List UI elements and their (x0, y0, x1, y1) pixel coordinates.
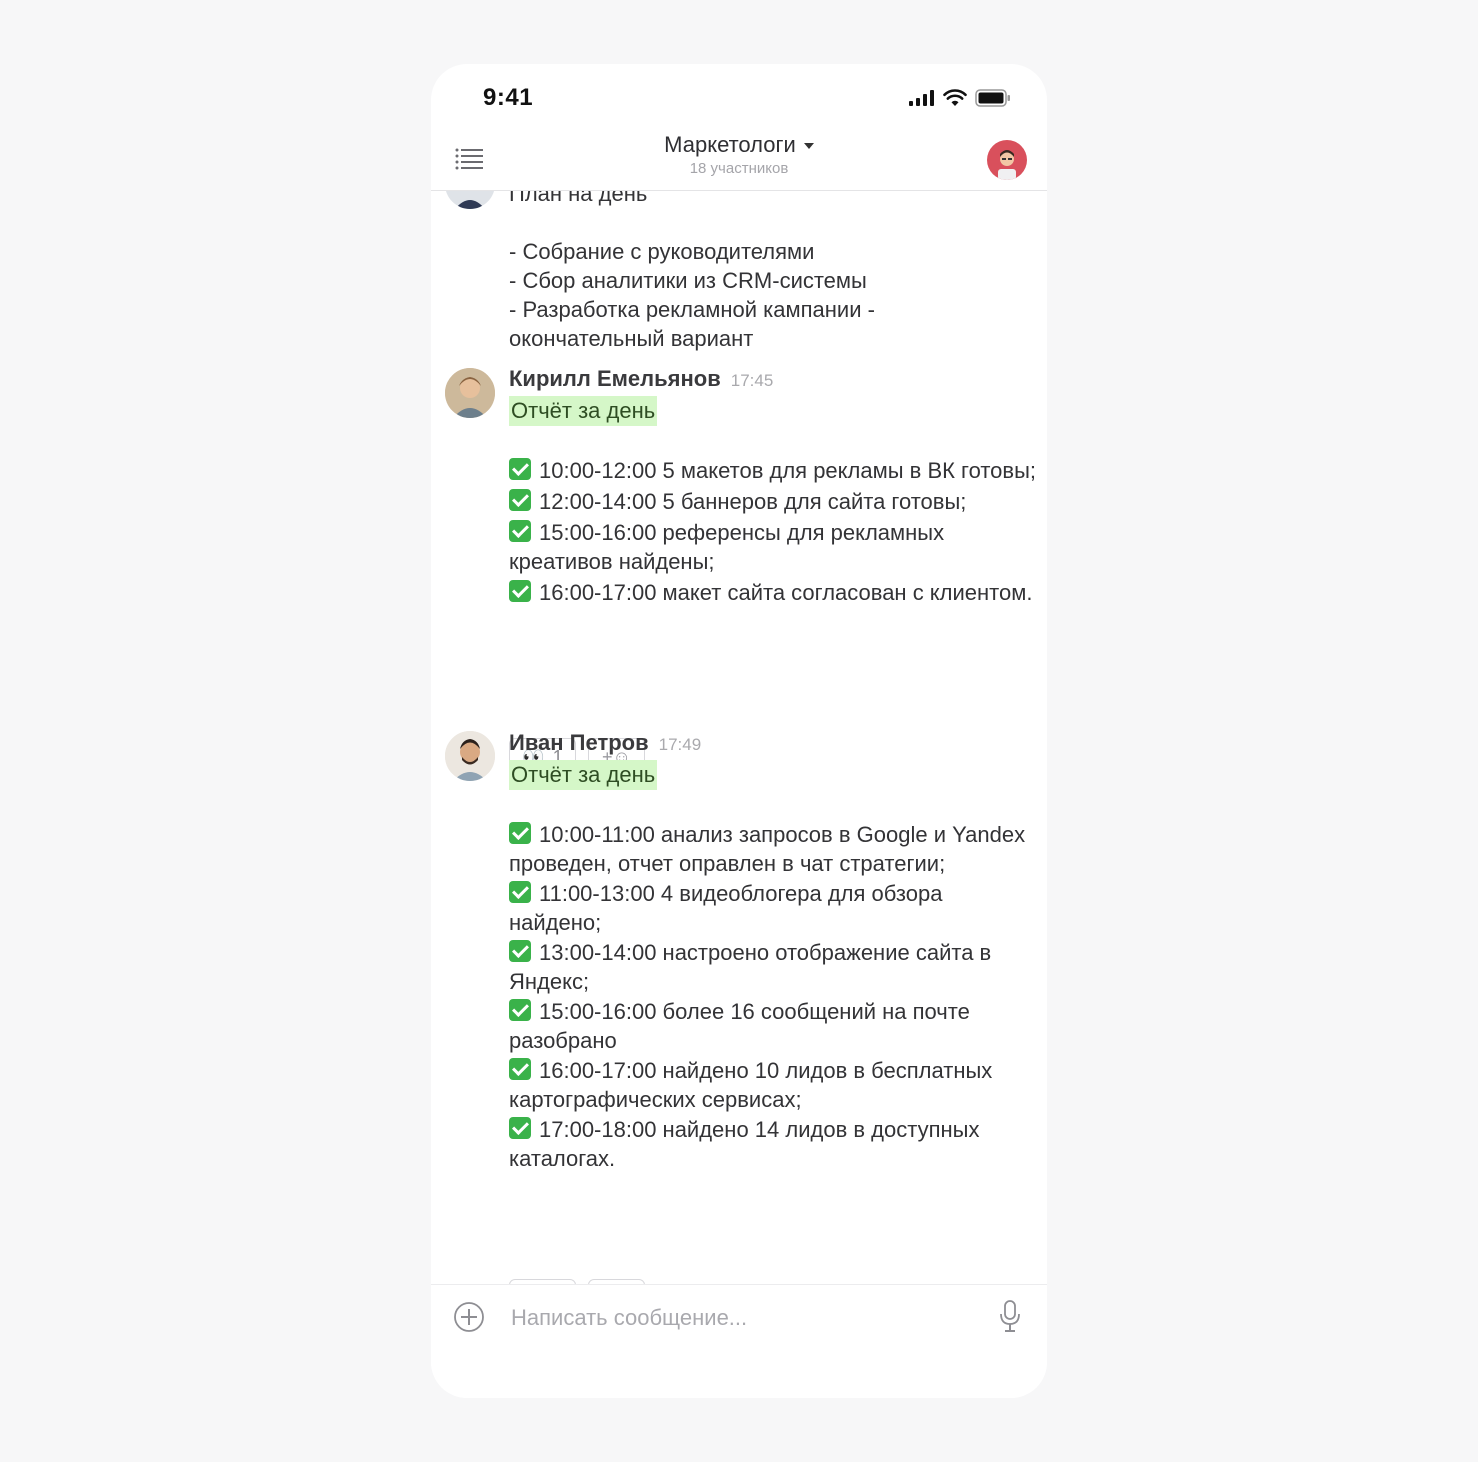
check-mark-button-icon (509, 999, 531, 1021)
check-mark-button-icon (509, 822, 531, 844)
channel-switcher[interactable]: Маркетологи (664, 132, 814, 158)
highlight-tag: Отчёт за день (509, 760, 658, 790)
check-mark-button-icon (509, 458, 531, 480)
microphone-button[interactable] (997, 1299, 1023, 1333)
person-avatar-icon (445, 368, 495, 418)
message-line: - Разработка рекламной кампании - (509, 297, 875, 322)
check-mark-button-icon (509, 580, 531, 602)
message: Иван Петров 17:49 Отчёт за день 10:00-11:… (509, 728, 1039, 1173)
message-time: 17:49 (658, 735, 702, 754)
person-avatar-icon (455, 200, 485, 209)
message-composer (431, 1284, 1047, 1398)
microphone-icon (1000, 1300, 1020, 1332)
check-mark-button-icon (509, 489, 531, 511)
report-item: 10:00-11:00 анализ запросов в Google и Y… (509, 822, 1026, 876)
author-name[interactable]: Иван Петров (509, 730, 649, 755)
report-item: 17:00-18:00 найдено 14 лидов в доступных… (509, 1117, 980, 1171)
message-line: окончательный вариант (509, 326, 754, 351)
members-count: 18 участников (689, 160, 789, 177)
message-list: План на день - Собрание с руководителями… (431, 191, 1047, 1284)
report-item: 16:00-17:00 макет сайта согласован с кли… (509, 578, 1039, 607)
report-item: 16:00-17:00 найдено 10 лидов в бесплатны… (509, 1058, 993, 1112)
check-mark-button-icon (509, 940, 531, 962)
check-mark-button-icon (509, 881, 531, 903)
status-time: 9:41 (483, 84, 534, 111)
chat-header: Маркетологи 18 участников (431, 126, 1047, 191)
attach-button[interactable] (453, 1301, 485, 1333)
report-item: 15:00-16:00 референсы для рекламных креа… (509, 520, 945, 574)
message-time: 17:45 (730, 371, 774, 390)
person-avatar-icon (445, 731, 495, 781)
report-item: 11:00-13:00 4 видеоблогера для обзора на… (509, 881, 943, 935)
channel-title: Маркетологи (664, 132, 796, 157)
phone-screen: 9:41 Маркетологи 18 участников План на д… (431, 64, 1047, 1398)
author-avatar[interactable] (445, 368, 495, 418)
caret-down-icon (803, 143, 814, 149)
highlight-tag: Отчёт за день (509, 396, 658, 426)
user-avatar[interactable] (987, 140, 1027, 180)
report-item: 15:00-16:00 более 16 сообщений на почте … (509, 999, 970, 1053)
status-bar: 9:41 (431, 64, 1047, 134)
cellular-signal-icon (909, 90, 934, 106)
author-name[interactable]: Кирилл Емельянов (509, 366, 721, 391)
check-mark-button-icon (509, 1117, 531, 1139)
person-avatar-icon (998, 150, 1016, 180)
report-item: 10:00-12:00 5 макетов для рекламы в ВК г… (509, 456, 1039, 485)
message-line: - Сбор аналитики из CRM-системы (509, 268, 867, 293)
message-input[interactable] (509, 1299, 963, 1337)
avatar (445, 191, 495, 209)
message-line: - Собрание с руководителями (509, 239, 815, 264)
message: Кирилл Емельянов 17:45 Отчёт за день 10:0… (509, 364, 1039, 607)
status-icons (909, 88, 1011, 108)
message-body: План на день - Собрание с руководителями… (509, 191, 1039, 353)
message-line (509, 208, 1039, 237)
report-item: 12:00-14:00 5 баннеров для сайта готовы; (509, 487, 1039, 516)
author-avatar[interactable] (445, 731, 495, 781)
battery-icon (975, 89, 1010, 107)
plus-circle-icon (454, 1302, 484, 1332)
check-mark-button-icon (509, 1058, 531, 1080)
message-line: План на день (509, 191, 648, 206)
report-item: 13:00-14:00 настроено отображение сайта … (509, 940, 992, 994)
wifi-icon (943, 89, 967, 106)
channel-title-block: Маркетологи 18 участников (431, 132, 1047, 177)
check-mark-button-icon (509, 520, 531, 542)
